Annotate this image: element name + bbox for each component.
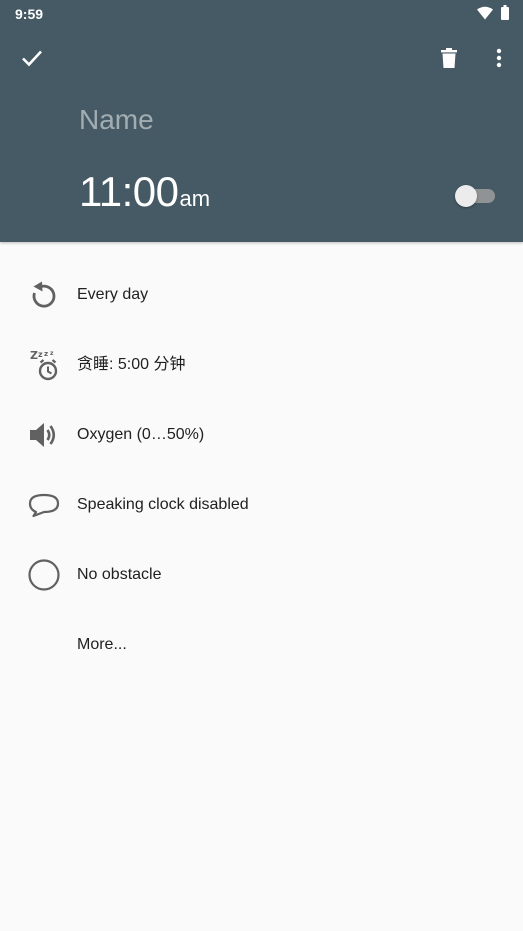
svg-text:z: z — [50, 350, 54, 357]
speech-bubble-icon — [26, 489, 62, 521]
alarm-time-display[interactable]: 11:00am — [79, 168, 210, 216]
alarm-time: 11:00 — [79, 168, 179, 215]
delete-button[interactable] — [431, 40, 467, 76]
snooze-label: 贪睡: 5:00 分钟 — [77, 356, 186, 373]
wifi-icon — [477, 6, 493, 19]
snooze-icon: Z z z z — [26, 349, 62, 381]
alarm-ampm: am — [179, 186, 211, 211]
svg-text:z: z — [44, 350, 48, 358]
more-label: More... — [77, 636, 127, 653]
more-options-button[interactable] — [481, 40, 517, 76]
speaking-clock-setting[interactable]: Speaking clock disabled — [0, 470, 523, 540]
battery-icon — [501, 5, 509, 20]
alarm-name-input[interactable] — [79, 100, 409, 140]
speaking-clock-label: Speaking clock disabled — [77, 496, 249, 513]
alarm-enable-toggle[interactable] — [455, 185, 497, 207]
more-vert-icon — [496, 48, 502, 68]
repeat-setting[interactable]: Every day — [0, 260, 523, 330]
trash-icon — [441, 48, 457, 68]
repeat-label: Every day — [77, 286, 149, 303]
check-icon — [22, 50, 42, 67]
obstacle-label: No obstacle — [77, 566, 162, 583]
confirm-button[interactable] — [14, 40, 50, 76]
circle-icon — [26, 559, 62, 591]
ringtone-setting[interactable]: Oxygen (0…50%) — [0, 400, 523, 470]
toggle-thumb — [455, 185, 477, 207]
volume-icon — [26, 419, 62, 451]
svg-text:z: z — [38, 350, 43, 359]
status-icons — [477, 5, 509, 20]
repeat-icon — [26, 279, 62, 311]
status-bar: 9:59 — [0, 0, 523, 26]
svg-text:Z: Z — [30, 349, 38, 362]
status-time: 9:59 — [15, 6, 44, 22]
obstacle-setting[interactable]: No obstacle — [0, 540, 523, 610]
more-settings-row[interactable]: More... — [0, 610, 523, 680]
ringtone-label: Oxygen (0…50%) — [77, 426, 205, 443]
alarm-header: 9:59 11:00am — [0, 0, 523, 242]
snooze-setting[interactable]: Z z z z 贪睡: 5:00 分钟 — [0, 330, 523, 400]
